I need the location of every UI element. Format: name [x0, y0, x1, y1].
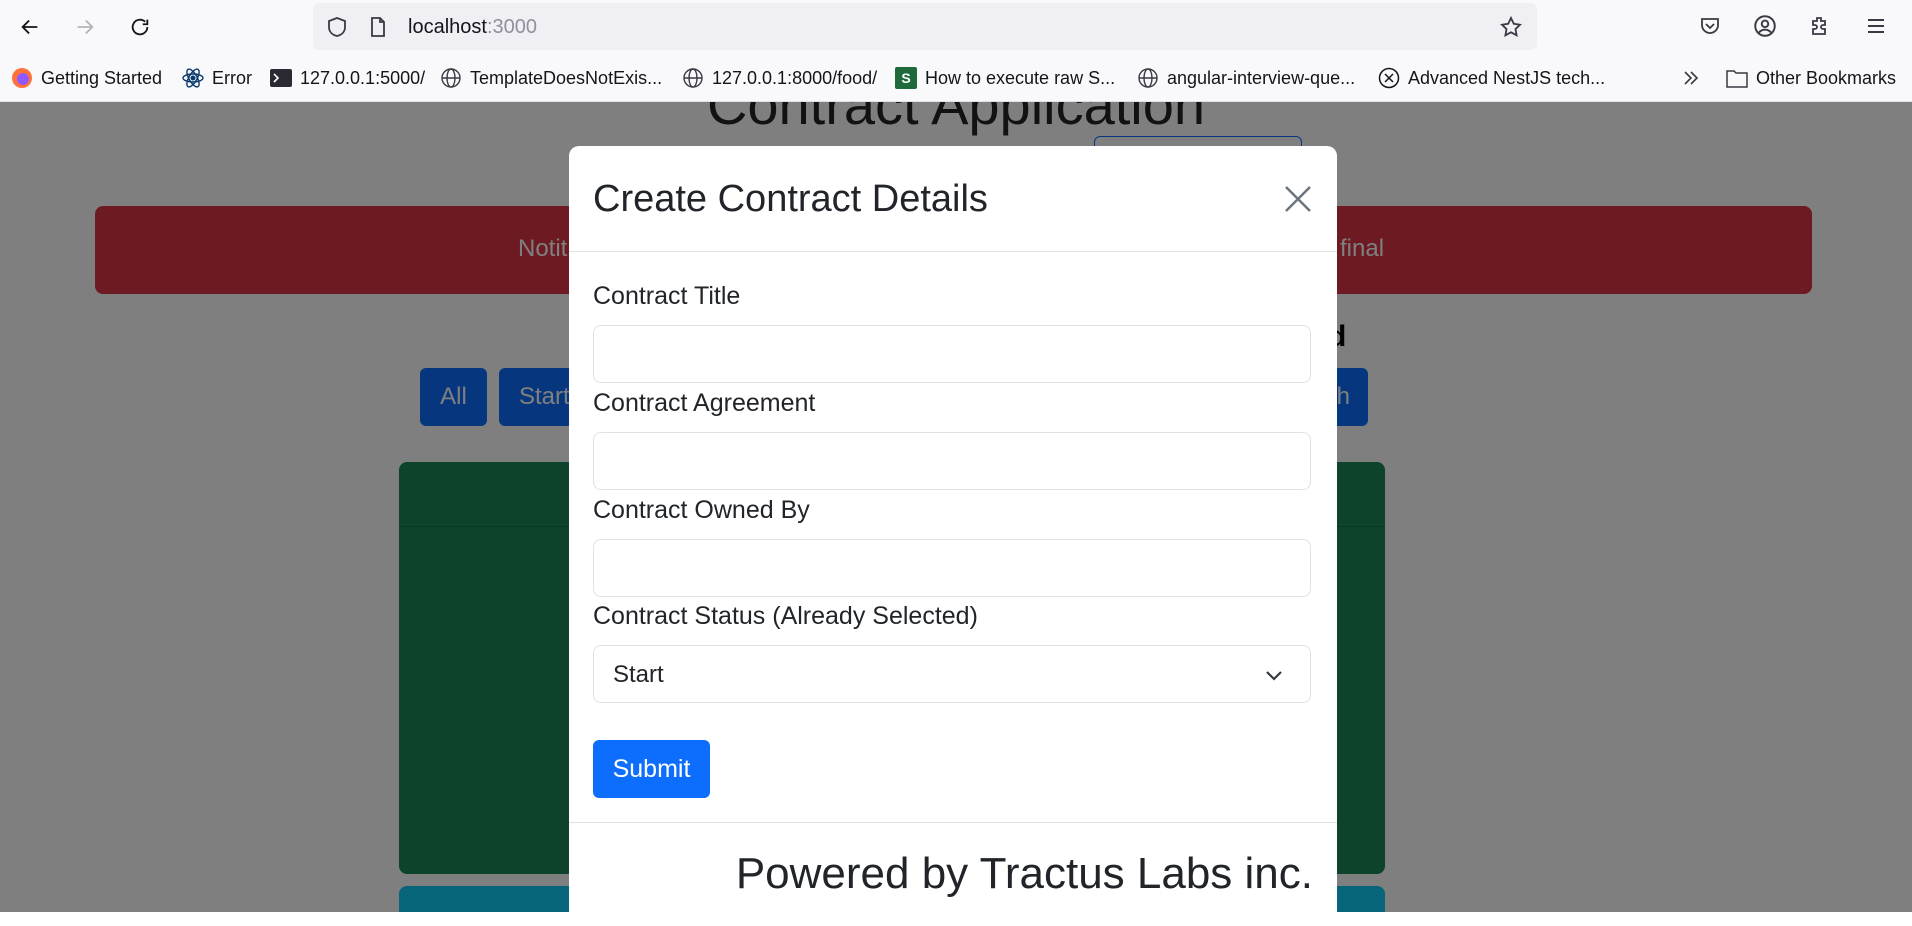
globe-icon — [440, 67, 462, 89]
menu-icon[interactable] — [1862, 12, 1890, 40]
url-text[interactable]: localhost:3000 — [408, 16, 537, 39]
contract-status-value: Start — [613, 661, 664, 688]
extensions-icon[interactable] — [1806, 12, 1834, 40]
bookmark-food[interactable]: 127.0.0.1:8000/food/ — [682, 66, 877, 90]
modal-footer: Powered by Tractus Labs inc. — [569, 822, 1337, 926]
pocket-icon[interactable] — [1696, 12, 1724, 40]
close-button[interactable] — [1281, 182, 1315, 216]
x-icon — [1378, 67, 1400, 89]
bookmarks-bar: Getting Started Error 127.0.0.1:5000/ Te… — [0, 54, 1912, 102]
react-icon — [182, 67, 204, 89]
arrow-right-icon — [77, 19, 94, 35]
bookmark-template-does-not-exist[interactable]: TemplateDoesNotExis... — [440, 66, 662, 90]
bookmark-raw-sql[interactable]: S How to execute raw S... — [895, 66, 1115, 90]
other-bookmarks[interactable]: Other Bookmarks — [1726, 66, 1896, 90]
reload-button[interactable] — [123, 10, 157, 44]
other-bookmarks-label: Other Bookmarks — [1756, 67, 1897, 88]
arrow-left-icon — [21, 19, 38, 35]
folder-icon — [1726, 67, 1748, 89]
contract-status-label: Contract Status (Already Selected) — [593, 602, 978, 630]
more-bookmarks-button[interactable] — [1680, 66, 1702, 90]
contract-owner-label: Contract Owned By — [593, 496, 810, 524]
svg-text:S: S — [901, 70, 910, 86]
modal-header: Create Contract Details — [569, 146, 1337, 252]
contract-status-select[interactable]: Start — [593, 645, 1311, 703]
shield-icon[interactable] — [325, 15, 349, 39]
chevron-down-icon — [1266, 671, 1282, 681]
globe-icon — [1137, 67, 1159, 89]
star-icon[interactable] — [1499, 15, 1523, 39]
chevrons-right-icon — [1680, 67, 1702, 89]
contract-agreement-label: Contract Agreement — [593, 389, 816, 417]
url-bar[interactable]: localhost:3000 — [313, 3, 1537, 50]
reload-icon — [131, 18, 149, 36]
create-contract-modal: Create Contract Details Contract Title C… — [569, 146, 1337, 926]
bookmark-label: TemplateDoesNotExis... — [470, 67, 663, 88]
back-button[interactable] — [13, 10, 47, 44]
bookmark-label: Error — [212, 67, 252, 88]
bookmark-error[interactable]: Error — [182, 66, 252, 90]
bookmark-label: Getting Started — [41, 67, 163, 88]
bookmark-label: How to execute raw S... — [925, 67, 1116, 88]
globe-icon — [682, 67, 704, 89]
bookmark-label: angular-interview-que... — [1167, 67, 1356, 88]
modal-title: Create Contract Details — [593, 178, 988, 220]
contract-title-input[interactable] — [593, 325, 1311, 383]
s-icon: S — [895, 67, 917, 89]
bookmark-label: Advanced NestJS tech... — [1408, 67, 1606, 88]
contract-owner-input[interactable] — [593, 539, 1311, 597]
bookmark-label: 127.0.0.1:8000/food/ — [712, 67, 878, 88]
bookmark-localhost-5000[interactable]: 127.0.0.1:5000/ — [270, 66, 425, 90]
bookmark-angular-interview[interactable]: angular-interview-que... — [1137, 66, 1355, 90]
bookmark-nestjs[interactable]: Advanced NestJS tech... — [1378, 66, 1605, 90]
footer-text: Powered by Tractus Labs inc. — [735, 849, 1313, 898]
submit-button[interactable]: Submit — [593, 740, 710, 798]
page-icon[interactable] — [366, 15, 390, 39]
firefox-icon — [11, 67, 33, 89]
contract-title-label: Contract Title — [593, 282, 741, 310]
contract-agreement-input[interactable] — [593, 432, 1311, 490]
account-icon[interactable] — [1751, 12, 1779, 40]
close-icon — [1285, 186, 1311, 212]
browser-toolbar: localhost:3000 — [0, 0, 1912, 54]
bookmark-label: 127.0.0.1:5000/ — [300, 67, 426, 88]
terminal-icon — [270, 67, 292, 89]
forward-button[interactable] — [68, 10, 102, 44]
bookmark-getting-started[interactable]: Getting Started — [11, 66, 162, 90]
